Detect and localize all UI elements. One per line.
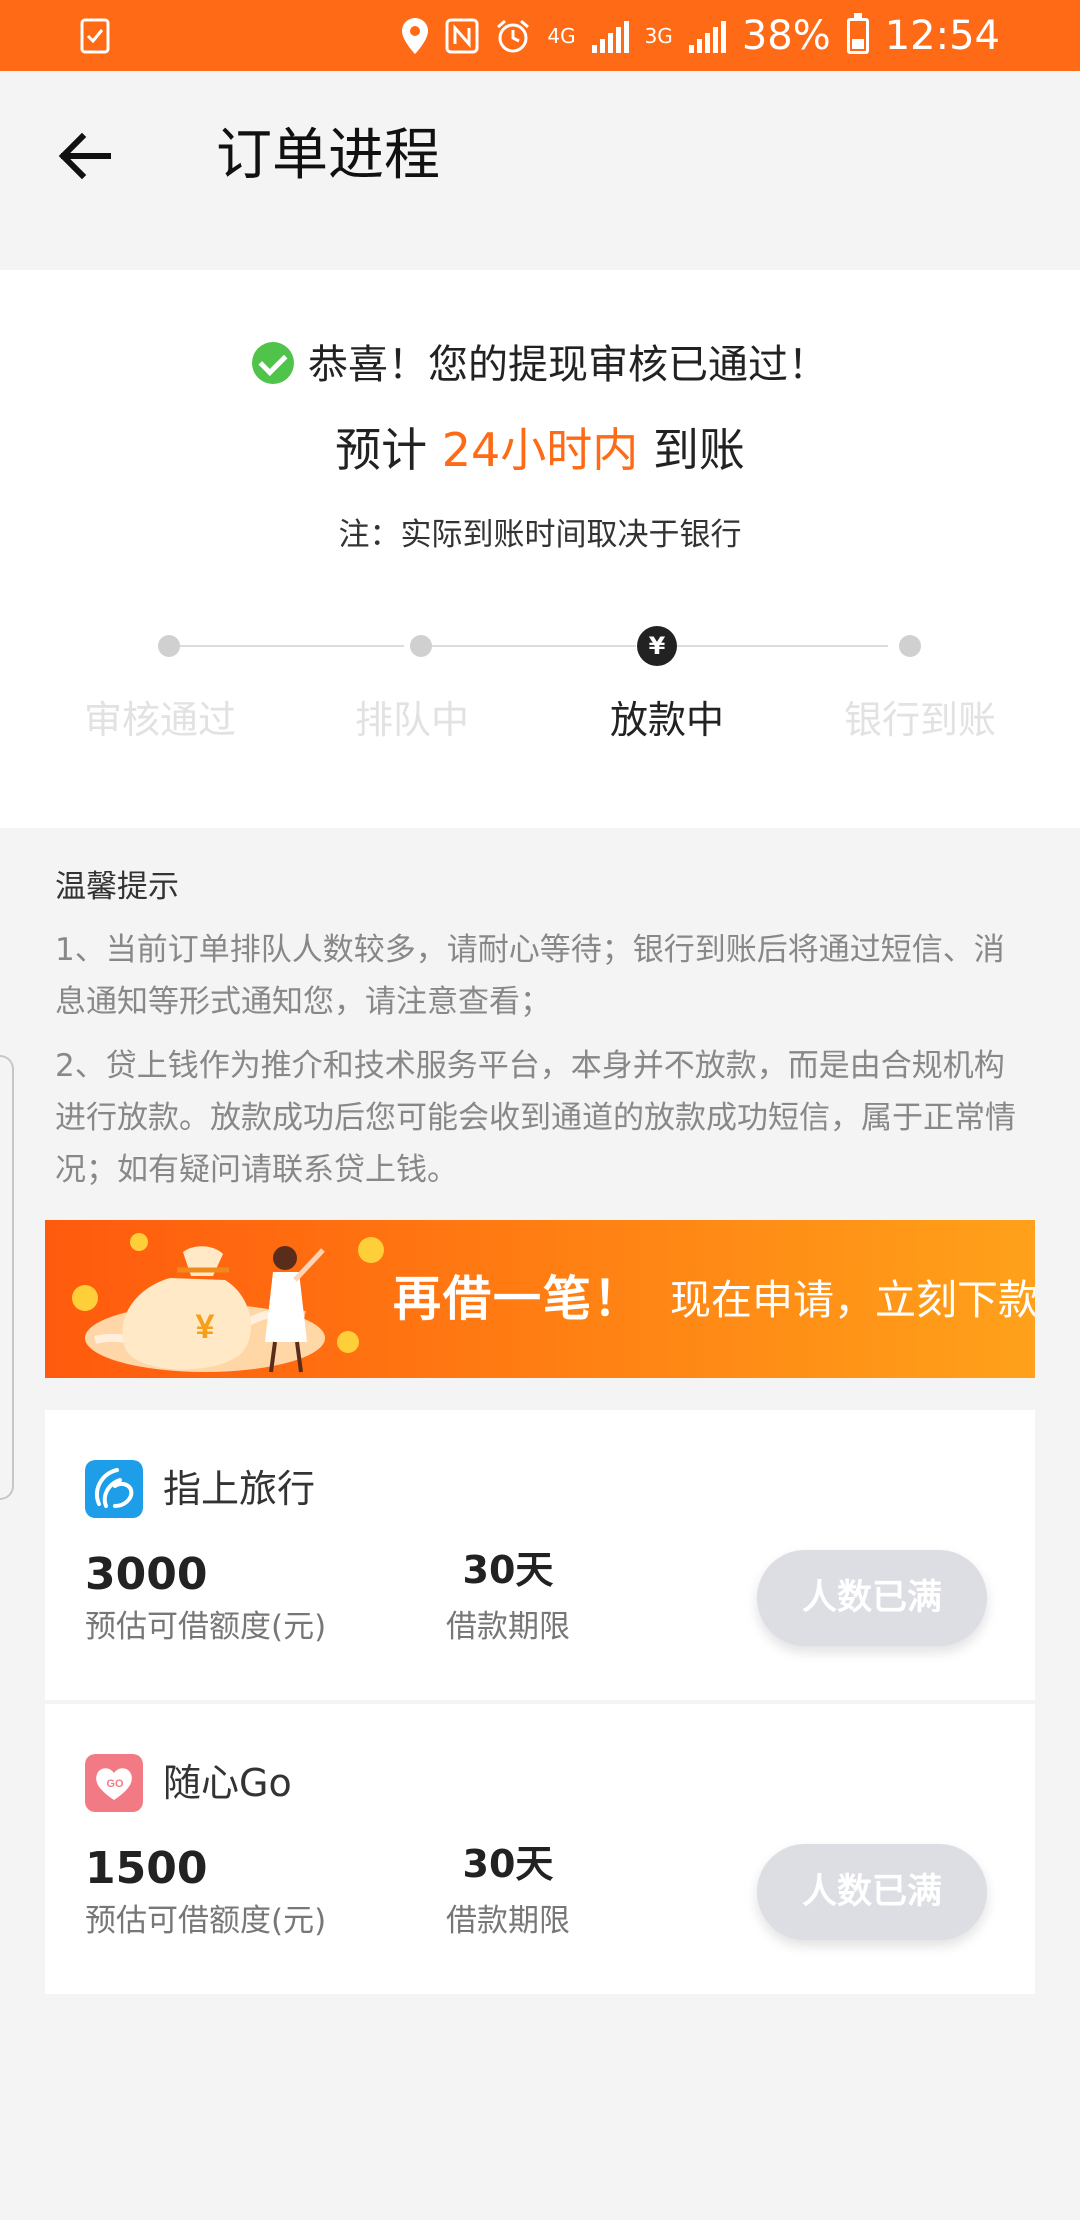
app-name: 指上旅行	[163, 1467, 316, 1511]
zhishang-app-icon	[85, 1460, 143, 1518]
network-4g-label: 4G	[547, 23, 576, 48]
battery-icon	[846, 12, 869, 54]
eta-message: 预计 24小时内 到账	[0, 420, 1080, 480]
loan-amount-label: 预估可借额度(元)	[85, 1903, 327, 1939]
app-name: 随心Go	[163, 1761, 292, 1805]
loan-amount-label: 预估可借额度(元)	[85, 1609, 327, 1645]
money-bag-illustration: ¥	[72, 1233, 384, 1373]
apply-button-full[interactable]: 人数已满	[757, 1844, 987, 1940]
loan-amount: 1500	[85, 1843, 208, 1894]
stepper-connector	[432, 645, 636, 647]
banner-subtitle: 现在申请，立刻下款	[670, 1276, 1035, 1324]
stepper-connector	[677, 645, 888, 647]
loan-term-label: 借款期限	[446, 1903, 570, 1939]
step-label-queue: 排队中	[354, 698, 469, 742]
clock: 12:54	[884, 12, 1000, 59]
svg-text:¥: ¥	[196, 1308, 215, 1346]
nfc-icon	[445, 18, 479, 53]
loan-term-label: 借款期限	[446, 1609, 570, 1645]
svg-text:GO: GO	[106, 1778, 124, 1790]
apply-button-full[interactable]: 人数已满	[757, 1550, 987, 1646]
success-message: 恭喜！您的提现审核已通过！	[0, 335, 1080, 395]
side-drawer-handle[interactable]	[0, 1055, 14, 1500]
location-icon	[402, 17, 429, 54]
signal-icon	[688, 19, 726, 53]
loan-term: 30天	[462, 1842, 554, 1886]
step-dot-queue	[410, 635, 432, 657]
alarm-icon	[497, 19, 530, 52]
step-dot-bank	[899, 635, 921, 657]
signal-icon	[591, 19, 629, 53]
stepper-connector	[180, 645, 404, 647]
suixin-app-icon: GO	[85, 1754, 143, 1812]
loan-amount: 3000	[85, 1549, 208, 1600]
step-label-disbursing: 放款中	[609, 698, 724, 742]
tips-title: 温馨提示	[55, 869, 179, 905]
check-circle-icon	[252, 342, 294, 384]
arrival-note: 注：实际到账时间取决于银行	[338, 517, 742, 553]
app-header: 订单进程	[0, 71, 1080, 240]
borrow-again-banner[interactable]: ¥ 再借一笔！ 现在申请，立刻下款	[45, 1220, 1035, 1378]
eta-prefix: 预计	[335, 423, 442, 477]
order-status-card: 恭喜！您的提现审核已通过！ 预计 24小时内 到账 注：实际到账时间取决于银行 …	[0, 270, 1080, 828]
eta-highlight: 24小时内	[441, 423, 639, 477]
back-arrow-icon[interactable]	[50, 121, 120, 191]
step-dot-approved	[158, 635, 180, 657]
status-bar: 4G 3G 38% 12:54	[0, 0, 1080, 71]
eta-suffix: 到账	[638, 423, 745, 477]
success-text: 恭喜！您的提现审核已通过！	[308, 342, 828, 388]
loan-term: 30天	[462, 1548, 554, 1592]
loan-offer-list: 指上旅行 3000 预估可借额度(元) 30天 借款期限 人数已满 GO 随心G…	[45, 1410, 1035, 1994]
tip-item: 1、当前订单排队人数较多，请耐心等待；银行到账后将通过短信、消息通知等形式通知您…	[55, 932, 1005, 1020]
yen-step-icon: ¥	[637, 626, 677, 666]
checklist-icon	[80, 18, 110, 54]
network-3g-label: 3G	[644, 23, 673, 48]
page-title: 订单进程	[216, 123, 440, 188]
battery-percent: 38%	[741, 12, 831, 59]
step-label-approved: 审核通过	[83, 698, 236, 742]
loan-offer-card[interactable]: GO 随心Go 1500 预估可借额度(元) 30天 借款期限 人数已满	[45, 1704, 1035, 1994]
loan-offer-card[interactable]: 指上旅行 3000 预估可借额度(元) 30天 借款期限 人数已满	[45, 1410, 1035, 1700]
step-label-bank-arrival: 银行到账	[843, 698, 996, 742]
tip-item: 2、贷上钱作为推介和技术服务平台，本身并不放款，而是由合规机构进行放款。放款成功…	[55, 1048, 1016, 1188]
banner-title: 再借一笔！	[393, 1271, 644, 1327]
